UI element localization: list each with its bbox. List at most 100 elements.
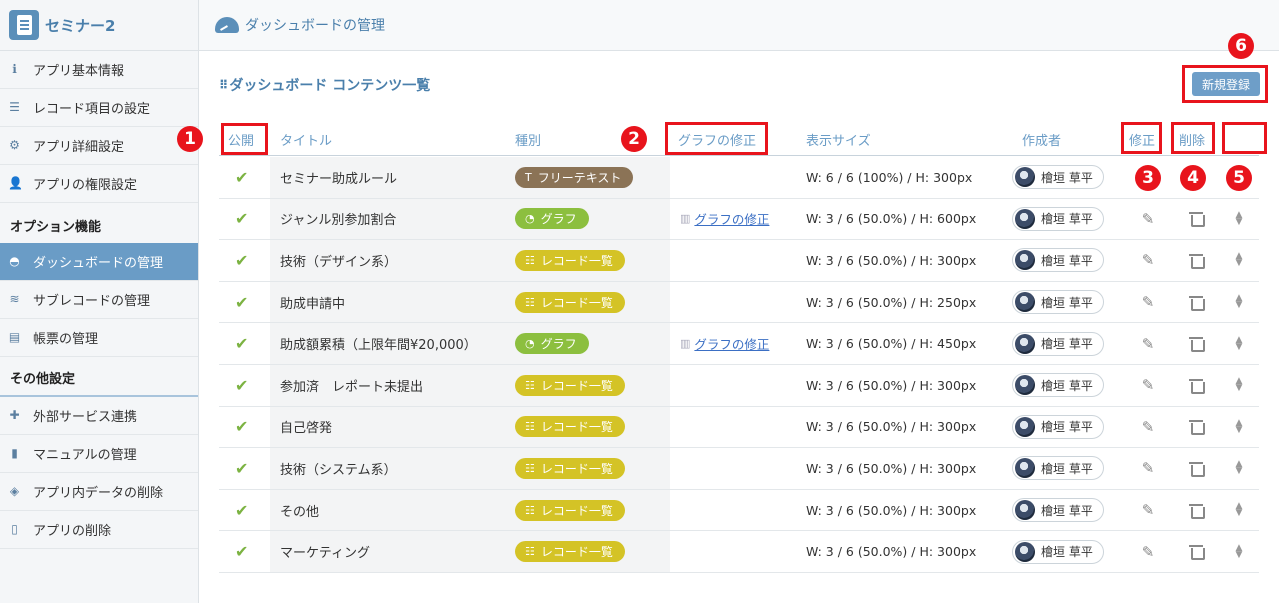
public-check-icon[interactable]: ✔ bbox=[235, 282, 248, 323]
public-check-icon[interactable]: ✔ bbox=[235, 407, 248, 448]
bar-chart-icon: ▥ bbox=[680, 337, 691, 351]
author-chip: 檜垣 草平 bbox=[1012, 199, 1104, 240]
row-title: 技術（デザイン系） bbox=[270, 240, 505, 281]
delete-trash-icon[interactable] bbox=[1185, 407, 1207, 448]
list-lines-icon: ☰ bbox=[9, 100, 20, 114]
sort-handle-icon[interactable]: ▲ ▼ bbox=[1229, 531, 1249, 572]
sidebar-item[interactable]: ≋ サブレコードの管理 bbox=[0, 281, 198, 319]
kind-badge: ☷ レコード一覧 bbox=[515, 541, 625, 563]
sort-handle-icon[interactable]: ▲ ▼ bbox=[1229, 240, 1249, 281]
edit-icon[interactable]: ✎ bbox=[1137, 240, 1159, 281]
kind-label: レコード一覧 bbox=[540, 461, 613, 476]
list-icon: ☷ bbox=[525, 253, 535, 267]
sidebar-item[interactable]: ⚙ アプリ詳細設定 bbox=[0, 127, 198, 165]
delete-trash-icon[interactable] bbox=[1185, 365, 1207, 406]
annotation-marker-4: 4 bbox=[1180, 165, 1206, 191]
sidebar-item[interactable]: ◈ アプリ内データの削除 bbox=[0, 473, 198, 511]
edit-icon[interactable]: ✎ bbox=[1137, 199, 1159, 240]
sort-handle-icon[interactable]: ▲ ▼ bbox=[1229, 490, 1249, 531]
pie-chart-icon: ◔ bbox=[525, 212, 535, 226]
row-title: その他 bbox=[270, 489, 505, 531]
edit-icon[interactable]: ✎ bbox=[1137, 531, 1159, 572]
sort-handle-icon[interactable]: ▲ ▼ bbox=[1229, 323, 1249, 364]
graph-edit-link[interactable]: ▥ グラフの修正 bbox=[680, 199, 769, 240]
annotation-marker-5: 5 bbox=[1226, 165, 1252, 191]
edit-icon[interactable]: ✎ bbox=[1137, 282, 1159, 323]
kind-cell: ☷ レコード一覧 bbox=[505, 531, 670, 572]
sidebar-item-label: レコード項目の設定 bbox=[33, 102, 151, 117]
kind-label: レコード一覧 bbox=[540, 545, 613, 560]
list-icon: ☷ bbox=[525, 420, 535, 434]
edit-icon[interactable]: ✎ bbox=[1137, 448, 1159, 489]
row-title: 参加済 レポート未提出 bbox=[270, 365, 505, 406]
author-chip: 檜垣 草平 bbox=[1012, 323, 1104, 364]
eraser-icon: ◈ bbox=[9, 484, 20, 498]
app-name: セミナー2 bbox=[45, 16, 116, 35]
sidebar-item[interactable]: ▮ マニュアルの管理 bbox=[0, 435, 198, 473]
kind-label: レコード一覧 bbox=[540, 253, 613, 268]
table-row: ✔ 助成申請中 ☷ レコード一覧 W: 3 / 6 (50.0%) / H: 250px… bbox=[219, 281, 1259, 324]
sort-handle-icon[interactable]: ▲ ▼ bbox=[1229, 448, 1249, 489]
row-title: 助成申請中 bbox=[270, 281, 505, 323]
sidebar-item[interactable]: ℹ アプリ基本情報 bbox=[0, 51, 198, 89]
delete-trash-icon[interactable] bbox=[1185, 240, 1207, 281]
delete-trash-icon[interactable] bbox=[1185, 490, 1207, 531]
author-name: 檜垣 草平 bbox=[1041, 337, 1093, 352]
edit-icon[interactable]: ✎ bbox=[1137, 490, 1159, 531]
kind-badge: ☷ レコード一覧 bbox=[515, 374, 625, 396]
sidebar-item[interactable]: ◓ ダッシュボードの管理 bbox=[0, 243, 198, 281]
display-size: W: 3 / 6 (50.0%) / H: 300px bbox=[806, 419, 977, 435]
option-section-heading: オプション機能 bbox=[10, 220, 102, 235]
kind-badge: ☷ レコード一覧 bbox=[515, 499, 625, 521]
delete-trash-icon[interactable] bbox=[1185, 448, 1207, 489]
public-check-icon[interactable]: ✔ bbox=[235, 199, 248, 240]
sort-handle-icon[interactable]: ▲ ▼ bbox=[1229, 365, 1249, 406]
public-check-icon[interactable]: ✔ bbox=[235, 490, 248, 531]
author-name: 檜垣 草平 bbox=[1041, 503, 1093, 518]
public-check-icon[interactable]: ✔ bbox=[235, 365, 248, 406]
sidebar-item[interactable]: ☰ レコード項目の設定 bbox=[0, 89, 198, 127]
delete-trash-icon[interactable] bbox=[1185, 199, 1207, 240]
table-row: ✔ セミナー助成ルール T フリーテキスト W: 6 / 6 (100%) / H: 3… bbox=[219, 157, 1259, 199]
public-check-icon[interactable]: ✔ bbox=[235, 240, 248, 281]
kind-badge: ◔ グラフ bbox=[515, 333, 589, 355]
delete-trash-icon[interactable] bbox=[1185, 282, 1207, 323]
sidebar-item-label: アプリの削除 bbox=[33, 524, 112, 539]
kind-cell: ☷ レコード一覧 bbox=[505, 448, 670, 489]
sort-handle-icon[interactable]: ▲ ▼ bbox=[1229, 407, 1249, 448]
content-heading-text: ダッシュボード コンテンツ一覧 bbox=[229, 78, 431, 94]
sidebar-item[interactable]: ▯ アプリの削除 bbox=[0, 511, 198, 549]
display-size: W: 3 / 6 (50.0%) / H: 300px bbox=[806, 252, 977, 268]
table-row: ✔ 技術（システム系） ☷ レコード一覧 W: 3 / 6 (50.0%) / H: 3… bbox=[219, 448, 1259, 490]
sort-handle-icon[interactable]: ▲ ▼ bbox=[1229, 199, 1249, 240]
delete-trash-icon[interactable] bbox=[1185, 323, 1207, 364]
excel-form-icon: ▤ bbox=[8, 330, 21, 344]
public-check-icon[interactable]: ✔ bbox=[235, 323, 248, 364]
trash-icon: ▯ bbox=[11, 522, 18, 536]
sidebar-item-label: アプリ内データの削除 bbox=[33, 486, 164, 501]
author-chip: 檜垣 草平 bbox=[1012, 282, 1104, 323]
author-name: 檜垣 草平 bbox=[1041, 461, 1093, 476]
edit-icon[interactable]: ✎ bbox=[1137, 365, 1159, 406]
sidebar-item[interactable]: 👤 アプリの権限設定 bbox=[0, 165, 198, 203]
sort-handle-icon[interactable]: ▲ ▼ bbox=[1229, 282, 1249, 323]
graph-edit-link[interactable]: ▥ グラフの修正 bbox=[680, 323, 769, 364]
sidebar-item-label: サブレコードの管理 bbox=[33, 294, 151, 309]
author-chip: 檜垣 草平 bbox=[1012, 448, 1104, 489]
sidebar-item[interactable]: ✚ 外部サービス連携 bbox=[0, 397, 198, 435]
text-icon: T bbox=[525, 170, 532, 184]
app-header: セミナー2 bbox=[0, 0, 198, 51]
sidebar-item[interactable]: ▤ 帳票の管理 bbox=[0, 319, 198, 357]
public-check-icon[interactable]: ✔ bbox=[235, 448, 248, 489]
public-check-icon[interactable]: ✔ bbox=[235, 157, 248, 198]
public-check-icon[interactable]: ✔ bbox=[235, 531, 248, 572]
annotation-box-graph-edit bbox=[665, 122, 768, 155]
pie-chart-icon: ◔ bbox=[525, 337, 535, 351]
avatar bbox=[1015, 208, 1035, 229]
list-icon: ☷ bbox=[525, 503, 535, 517]
table-row: ✔ マーケティング ☷ レコード一覧 W: 3 / 6 (50.0%) / H: 300… bbox=[219, 531, 1259, 573]
app-document-icon bbox=[9, 10, 39, 40]
edit-icon[interactable]: ✎ bbox=[1137, 407, 1159, 448]
delete-trash-icon[interactable] bbox=[1185, 531, 1207, 572]
edit-icon[interactable]: ✎ bbox=[1137, 323, 1159, 364]
